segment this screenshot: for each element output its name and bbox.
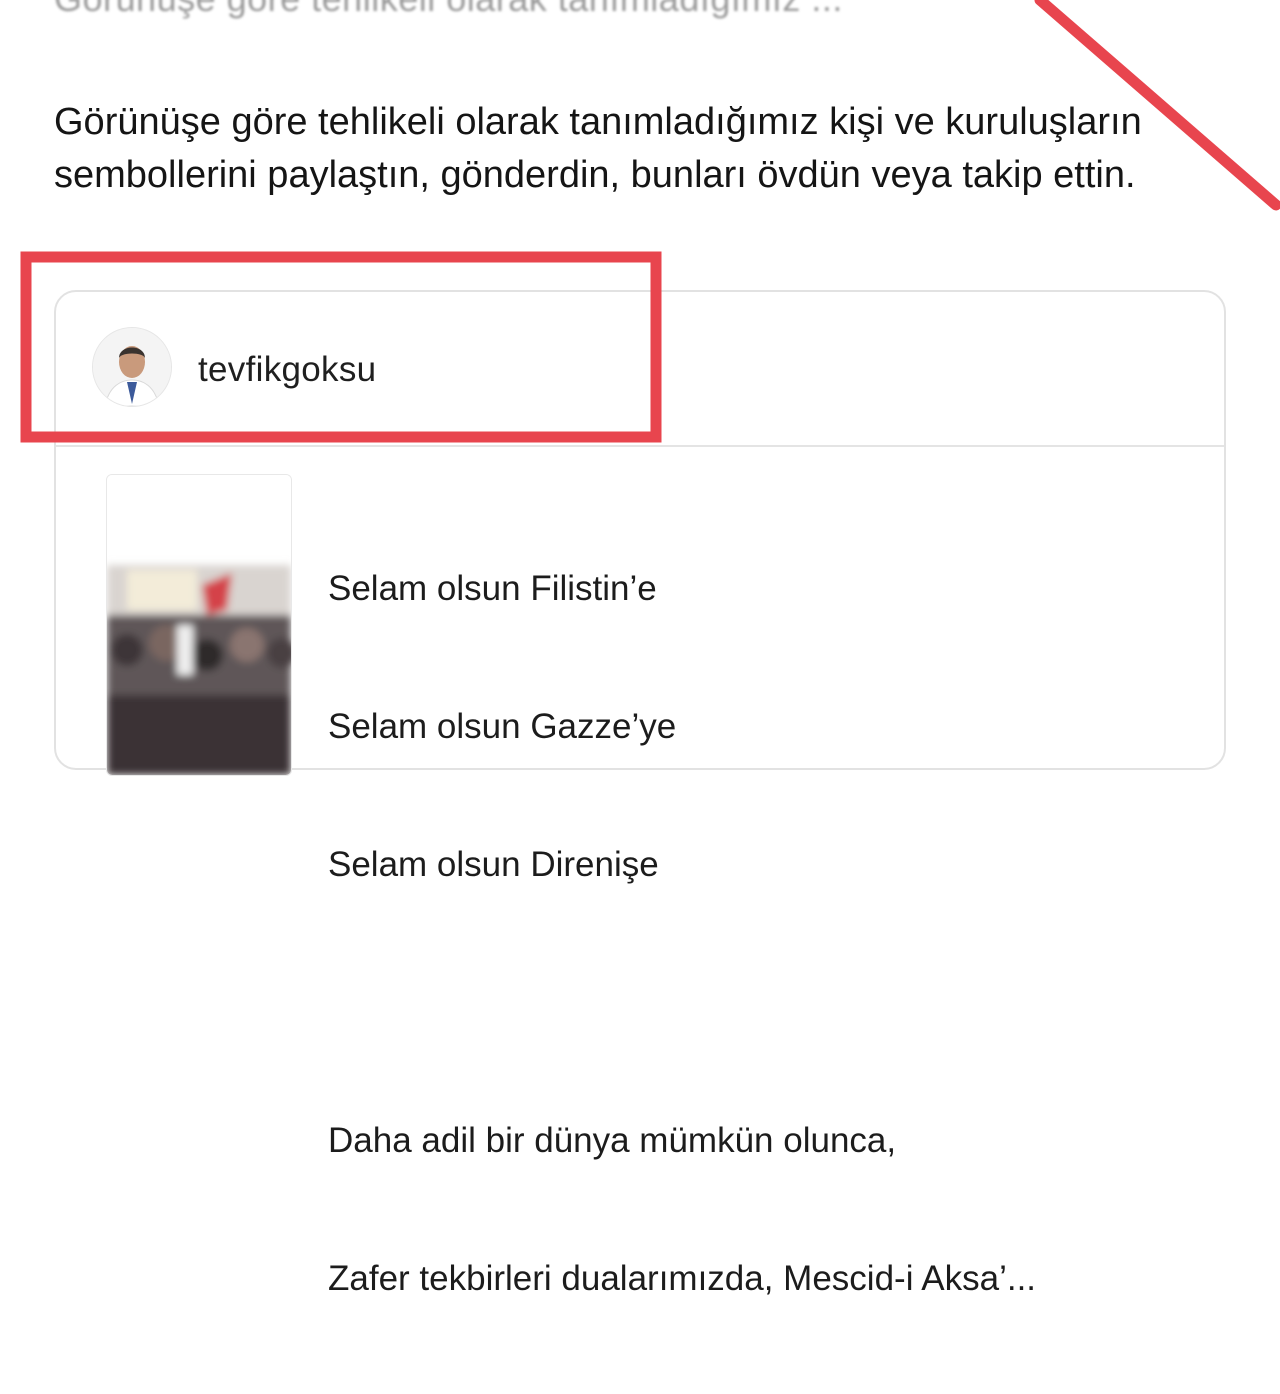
profile-photo-icon [93,328,171,406]
username[interactable]: tevfikgoksu [198,350,376,390]
avatar[interactable] [92,327,172,407]
caption-line: Zafer tekbirleri dualarımızda, Mescid-i … [328,1259,1037,1298]
protest-photo-icon [107,475,291,775]
post-header[interactable]: tevfikgoksu [56,292,1224,447]
cut-off-heading: Görünüşe göre tehlikeli olarak tanımladı… [54,0,843,20]
post-caption: Selam olsun Filistin’e Selam olsun Gazze… [328,474,1036,1394]
caption-line: Selam olsun Direnişe [328,845,659,884]
caption-line: Selam olsun Gazze’ye [328,707,677,746]
caption-line: Selam olsun Filistin’e [328,569,657,608]
post-thumbnail[interactable] [106,474,292,776]
caption-line: Daha adil bir dünya mümkün olunca, [328,1121,897,1160]
violation-warning-text: Görünüşe göre tehlikeli olarak tanımladı… [54,101,1142,196]
caption-line [328,980,1036,1026]
post-preview-card[interactable]: tevfikgoksu Selam olsun Filistin’e Selam… [54,290,1226,1298]
